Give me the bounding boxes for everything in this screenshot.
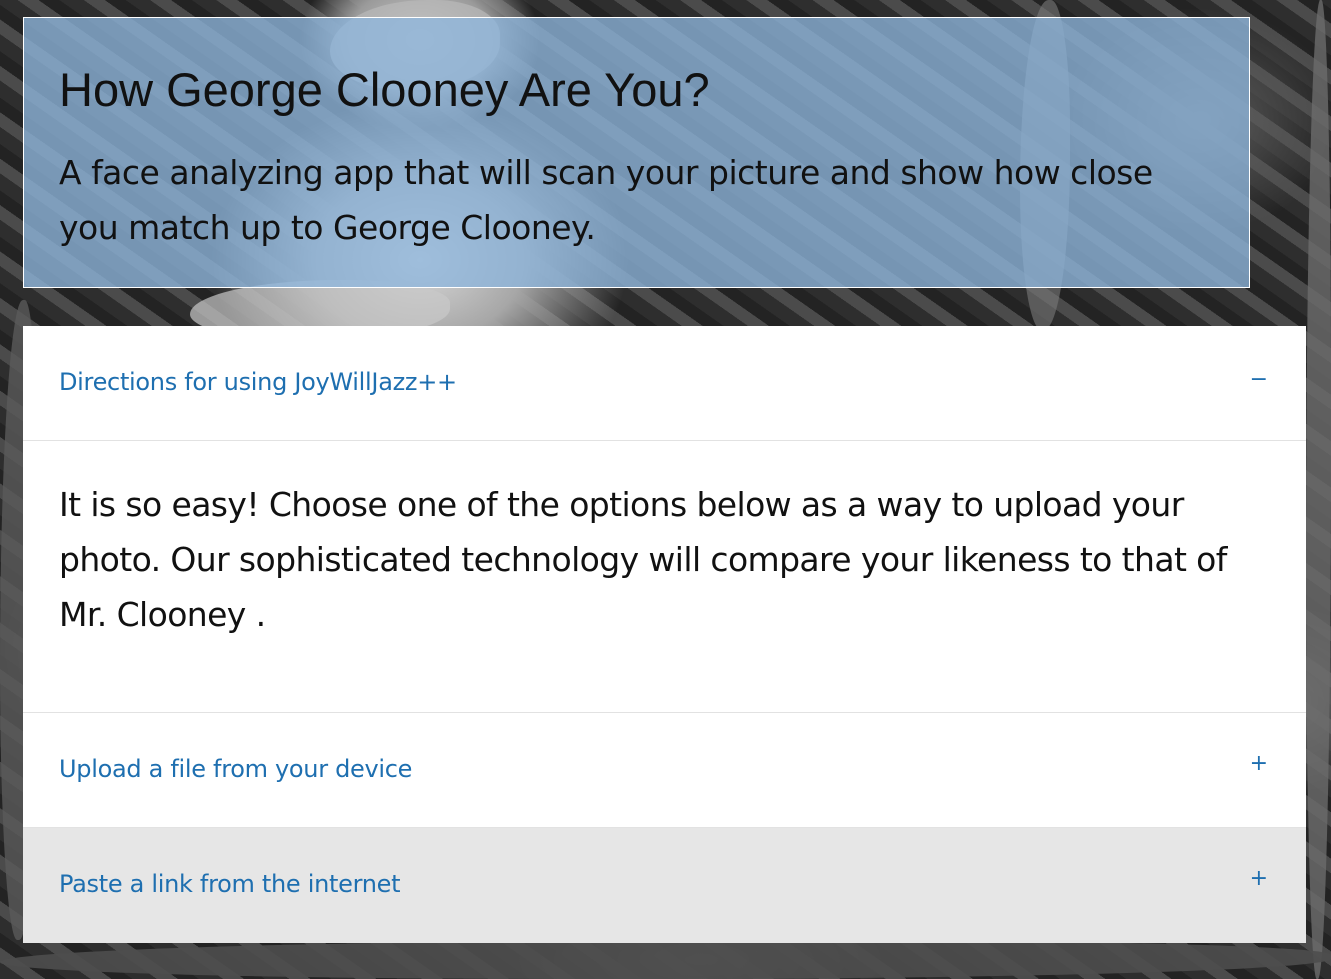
expand-icon[interactable]: + — [1250, 751, 1268, 776]
directions-text: It is so easy! Choose one of the options… — [59, 485, 1227, 634]
accordion-label-upload-file: Upload a file from your device — [59, 755, 413, 783]
accordion-header-upload-file[interactable]: Upload a file from your device + — [23, 713, 1306, 828]
accordion-label-directions: Directions for using JoyWillJazz++ — [59, 368, 457, 396]
expand-icon[interactable]: + — [1250, 866, 1268, 891]
page-title: How George Clooney Are You? — [59, 63, 710, 116]
accordion-header-directions[interactable]: Directions for using JoyWillJazz++ − — [23, 326, 1306, 441]
page-subtitle: A face analyzing app that will scan your… — [59, 153, 1153, 247]
accordion-body-directions: It is so easy! Choose one of the options… — [23, 441, 1306, 713]
hero-panel: How George Clooney Are You? A face analy… — [23, 17, 1250, 288]
options-accordion: Directions for using JoyWillJazz++ − It … — [23, 326, 1306, 943]
collapse-icon[interactable]: − — [1250, 367, 1268, 392]
accordion-header-paste-link[interactable]: Paste a link from the internet + — [23, 828, 1306, 943]
accordion-label-paste-link: Paste a link from the internet — [59, 870, 401, 898]
